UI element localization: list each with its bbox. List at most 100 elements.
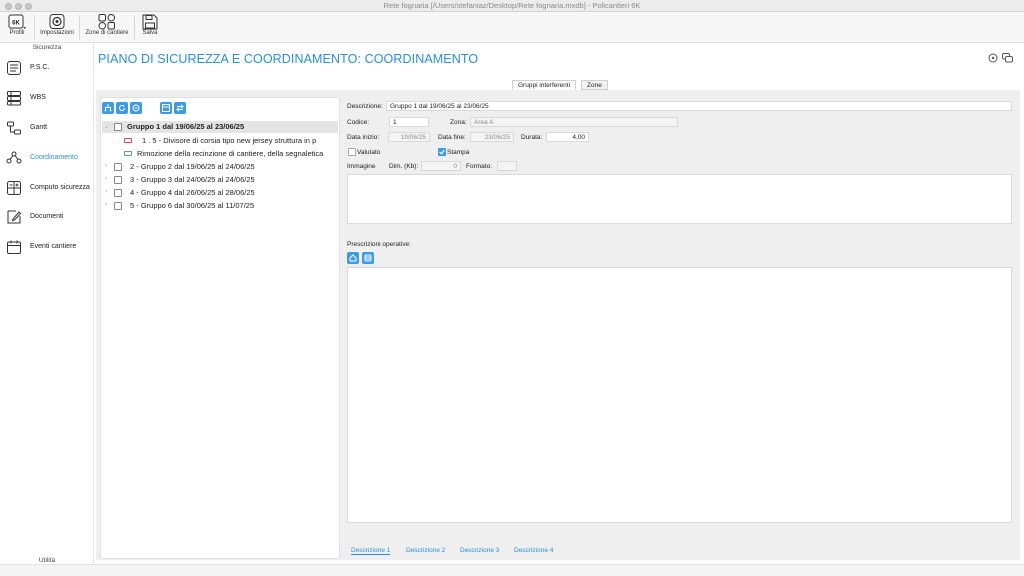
sidebar-item-gantt[interactable]: Gantt [0, 116, 94, 140]
profili-label: Profili [9, 30, 25, 36]
data-inizio-field[interactable]: 19/06/25 [388, 132, 430, 142]
stampa-checkbox[interactable] [438, 148, 446, 156]
coordination-icon [6, 151, 22, 164]
salva-button[interactable]: Salva [136, 14, 164, 42]
formato-label: Formato: [466, 163, 493, 170]
tree-row[interactable]: › 3 - Gruppo 3 dal 24/06/25 al 24/06/25 [102, 174, 338, 186]
sidebar-item-label: WBS [30, 94, 46, 101]
list-view-icon [162, 104, 170, 112]
tree-expand-button[interactable] [130, 102, 142, 114]
formato-field[interactable] [497, 161, 517, 171]
chat-icon[interactable] [1002, 53, 1013, 63]
calculator-icon [7, 181, 21, 195]
document-list-icon [7, 61, 21, 75]
valutato-label: Valutato [357, 149, 381, 156]
tab-zone[interactable]: Zone [581, 80, 608, 90]
descrizione-label: Descrizione: [347, 103, 383, 110]
impostazioni-label: Impostazioni [40, 30, 74, 36]
tree-row-label: Rimozione della recinzione di cantiere, … [137, 149, 324, 158]
collapsed-arrow-icon[interactable]: › [105, 189, 107, 195]
sidebar-footer-utilita[interactable]: Utilità [0, 557, 94, 564]
data-fine-field[interactable]: 23/06/25 [470, 132, 514, 142]
sidebar-item-label: Documenti [30, 213, 64, 220]
window-titlebar: Rete fognaria [/Users/stefaniaz/Desktop/… [0, 0, 1024, 12]
calendar-icon [7, 240, 21, 254]
wbs-icon [7, 91, 21, 106]
prescrizioni-label: Prescrizioni operative: [347, 241, 411, 248]
group-checkbox[interactable] [114, 189, 122, 197]
save-icon [142, 14, 158, 30]
sidebar-section-title: Sicurezza [32, 44, 62, 51]
tree-row[interactable]: › 2 - Gruppo 2 dal 19/06/25 al 24/06/25 [102, 161, 338, 173]
tree-row[interactable]: › 5 - Gruppo 6 dal 30/06/25 al 11/07/25 [102, 200, 338, 212]
gantt-icon [7, 121, 21, 135]
tree-refresh-button[interactable] [116, 102, 128, 114]
sidebar: Sicurezza P.S.C. WBS Gantt Coordinamento… [0, 43, 94, 576]
group-checkbox[interactable] [114, 163, 122, 171]
dim-kb-field[interactable]: 0 [421, 161, 461, 171]
tab-descrizione-4[interactable]: Descrizione 4 [514, 547, 553, 554]
dim-kb-label: Dim. (Kb): [389, 163, 419, 170]
durata-field[interactable]: 4,00 [546, 132, 589, 142]
immagine-label: Immagine [347, 163, 376, 170]
tree-row-label: 2 - Gruppo 2 dal 19/06/25 al 24/06/25 [130, 162, 255, 171]
blue-activity-icon [124, 151, 132, 156]
sidebar-item-label: Computo sicurezza [30, 184, 90, 191]
prescrizioni-text-area[interactable] [347, 267, 1012, 523]
sidebar-item-label: Coordinamento [30, 154, 78, 161]
valutato-checkbox[interactable] [348, 148, 356, 156]
profile-badge-icon: 6K [8, 14, 26, 29]
sidebar-item-computo-sicurezza[interactable]: Computo sicurezza [0, 176, 94, 200]
zona-field[interactable]: Area A [470, 117, 678, 127]
help-icon[interactable] [988, 53, 998, 63]
sidebar-item-documenti[interactable]: Documenti [0, 205, 94, 229]
codice-field[interactable]: 1 [389, 117, 429, 127]
tree-row-label: 4 - Gruppo 4 dal 26/06/25 al 28/06/25 [130, 188, 255, 197]
zone-cantiere-button[interactable]: Zone di cantiere [82, 14, 132, 42]
tab-bar: Gruppi interferenti Zone [0, 80, 1024, 90]
profili-button[interactable]: 6K Profili [3, 14, 31, 42]
stampa-label: Stampa [447, 149, 470, 156]
tree-row-label: 3 - Gruppo 3 dal 24/06/25 al 24/06/25 [130, 175, 255, 184]
immagine-area[interactable] [347, 174, 1012, 224]
tree-filter-button[interactable] [160, 102, 172, 114]
tree-row[interactable]: 1 . 5 - Divisore di corsia tipo new jers… [102, 135, 338, 147]
tree-row[interactable]: › 4 - Gruppo 4 dal 26/06/25 al 28/06/25 [102, 187, 338, 199]
database-icon [364, 254, 372, 262]
sidebar-item-psc[interactable]: P.S.C. [0, 56, 94, 80]
group-checkbox[interactable] [114, 202, 122, 210]
descrizione-field[interactable]: Gruppo 1 dal 19/06/25 al 23/06/25 [386, 101, 1012, 111]
tab-descrizione-2[interactable]: Descrizione 2 [406, 547, 445, 554]
tab-descrizione-1[interactable]: Descrizione 1 [351, 547, 391, 555]
collapsed-arrow-icon[interactable]: › [105, 163, 107, 169]
svg-text:6K: 6K [12, 21, 20, 27]
sidebar-item-coordinamento[interactable]: Coordinamento [0, 146, 94, 170]
data-inizio-label: Data inizio: [347, 134, 380, 141]
group-checkbox[interactable] [114, 123, 122, 131]
collapsed-arrow-icon[interactable]: › [105, 202, 107, 208]
sidebar-item-label: Gantt [30, 124, 48, 131]
zones-grid-icon [98, 14, 115, 30]
collapsed-arrow-icon[interactable]: › [105, 176, 107, 182]
tab-gruppi-interferenti[interactable]: Gruppi interferenti [512, 80, 577, 90]
expand-circle-icon [132, 104, 140, 112]
sort-arrows-icon [176, 104, 184, 112]
group-checkbox[interactable] [114, 176, 122, 184]
tree-row[interactable]: Rimozione della recinzione di cantiere, … [102, 148, 338, 160]
codice-label: Codice: [347, 119, 370, 126]
prescrizioni-add-button[interactable] [347, 252, 359, 264]
expanded-arrow-icon[interactable]: ⌄ [104, 123, 109, 130]
prescrizioni-library-button[interactable] [362, 252, 374, 264]
red-activity-icon [124, 138, 132, 143]
sidebar-item-eventi-cantiere[interactable]: Eventi cantiere [0, 235, 94, 259]
tree-structure-button[interactable] [102, 102, 114, 114]
home-add-icon [349, 254, 357, 262]
tree-sort-button[interactable] [174, 102, 186, 114]
tree-row[interactable]: ⌄ Gruppo 1 dal 19/06/25 al 23/06/25 [102, 121, 338, 133]
impostazioni-button[interactable]: Impostazioni [37, 14, 77, 42]
sidebar-item-label: Eventi cantiere [30, 243, 77, 250]
tree-row-label: Gruppo 1 dal 19/06/25 al 23/06/25 [127, 122, 245, 131]
tab-descrizione-3[interactable]: Descrizione 3 [460, 547, 499, 554]
data-fine-label: Data fine: [438, 134, 466, 141]
edit-document-icon [7, 210, 22, 224]
